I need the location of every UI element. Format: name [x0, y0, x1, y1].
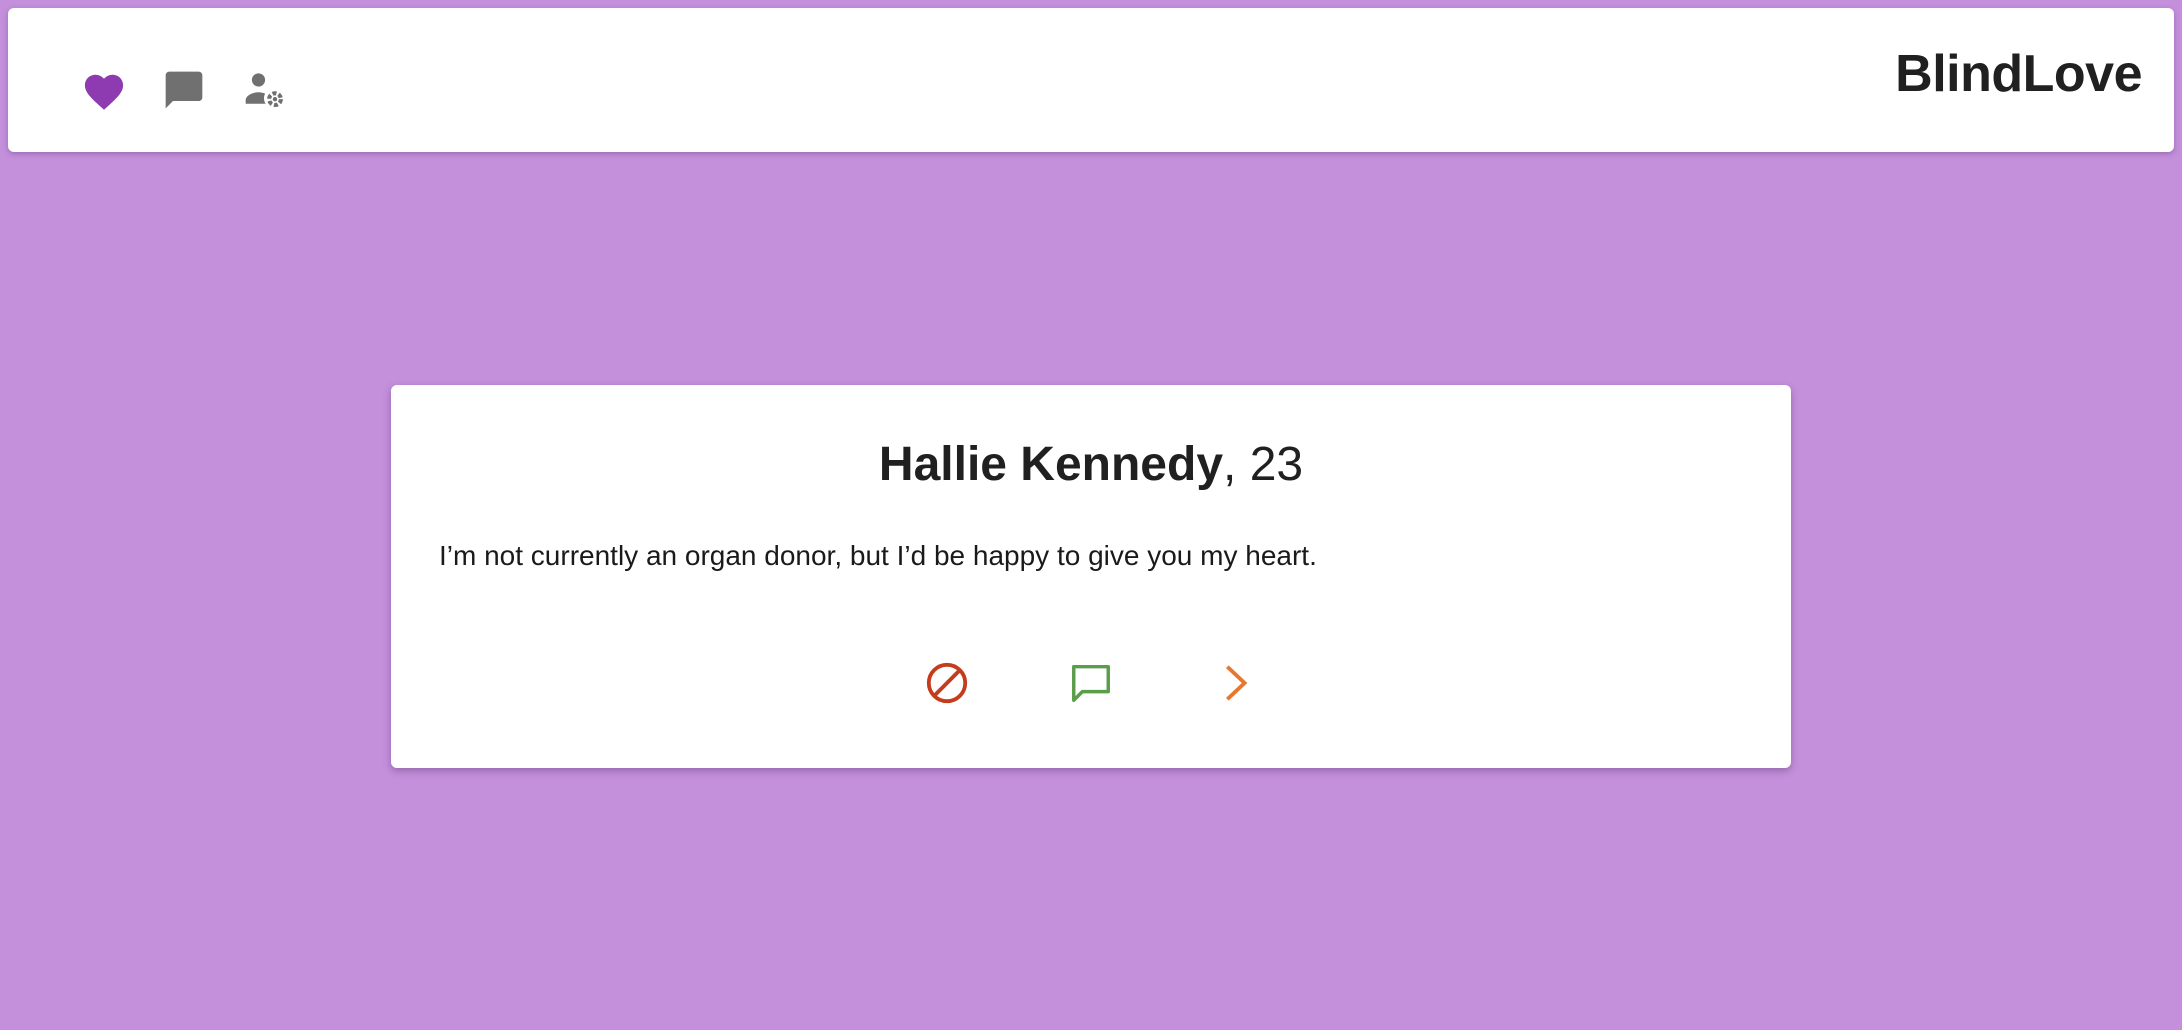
profile-age: 23: [1249, 438, 1304, 491]
next-profile-button[interactable]: [1205, 653, 1265, 713]
profile-age-separator: ,: [1223, 438, 1250, 491]
top-app-bar: BlindLove: [8, 8, 2174, 152]
profile-name: Hallie Kennedy: [878, 438, 1224, 491]
next-chevron-icon: [1226, 665, 1248, 701]
profile-card: Hallie Kennedy, 23 I’m not currently an …: [391, 385, 1791, 768]
profile-bio: I’m not currently an organ donor, but I’…: [439, 540, 1317, 571]
nav-account-settings-button[interactable]: [232, 58, 296, 122]
message-button[interactable]: [1061, 653, 1121, 713]
block-button[interactable]: [917, 653, 977, 713]
profile-heading: Hallie Kennedy, 23: [391, 437, 1791, 492]
nav-matches-button[interactable]: [72, 58, 136, 122]
nav-icon-group: [72, 58, 312, 122]
message-icon: [1072, 664, 1110, 702]
nav-messages-button[interactable]: [152, 58, 216, 122]
chat-icon: [165, 71, 203, 109]
heart-icon: [84, 74, 124, 110]
block-icon: [926, 662, 968, 704]
profile-actions: [391, 653, 1791, 713]
app-brand-title: BlindLove: [1895, 45, 2142, 103]
user-settings-icon: [245, 73, 283, 108]
